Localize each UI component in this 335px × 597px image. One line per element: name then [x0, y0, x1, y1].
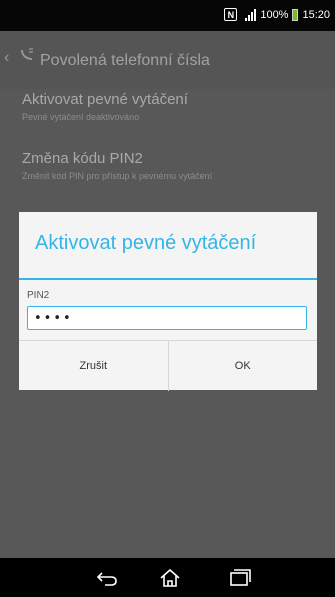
dialog-divider	[19, 278, 317, 280]
list-item-subtitle: Pevné vytáčení deaktivováno	[22, 112, 140, 122]
battery-icon	[292, 8, 299, 21]
status-bar: N 100% 15:20	[0, 0, 335, 31]
dialog-title: Aktivovat pevné vytáčení	[35, 232, 257, 254]
navigation-bar	[0, 558, 335, 597]
list-item-title: Aktivovat pevné vytáčení	[22, 91, 188, 108]
back-icon[interactable]	[93, 566, 123, 590]
battery-percent: 100%	[260, 8, 289, 21]
cancel-button[interactable]: Zrušit	[19, 341, 168, 391]
list-item-title: Změna kódu PIN2	[22, 150, 143, 167]
home-icon[interactable]	[155, 566, 185, 590]
list-item-change-pin2[interactable]: Změna kódu PIN2 Změnit kód PIN pro příst…	[22, 150, 322, 181]
nfc-icon: N	[224, 8, 238, 21]
recent-apps-icon[interactable]	[224, 566, 254, 590]
pin2-input[interactable]	[27, 306, 307, 330]
list-item-subtitle: Změnit kód PIN pro přístup k pevnému vyt…	[22, 171, 213, 181]
signal-icon	[245, 8, 257, 21]
dialog-button-row: Zrušit OK	[19, 340, 317, 391]
list-item-activate-fdn[interactable]: Aktivovat pevné vytáčení Pevné vytáčení …	[22, 91, 322, 122]
ok-button[interactable]: OK	[167, 341, 318, 391]
screen: N 100% 15:20 ‹ Povolená telefonní čísla …	[0, 0, 335, 597]
clock: 15:20	[302, 8, 330, 21]
action-bar: ‹ Povolená telefonní čísla	[0, 31, 335, 89]
chevron-left-icon[interactable]: ‹	[4, 49, 9, 67]
status-icons: N 100% 15:20	[224, 8, 330, 21]
page-title: Povolená telefonní čísla	[40, 52, 210, 69]
pin2-dialog: Aktivovat pevné vytáčení PIN2 Zrušit OK	[19, 212, 317, 391]
pin2-label: PIN2	[27, 290, 50, 301]
phone-icon	[20, 47, 36, 64]
